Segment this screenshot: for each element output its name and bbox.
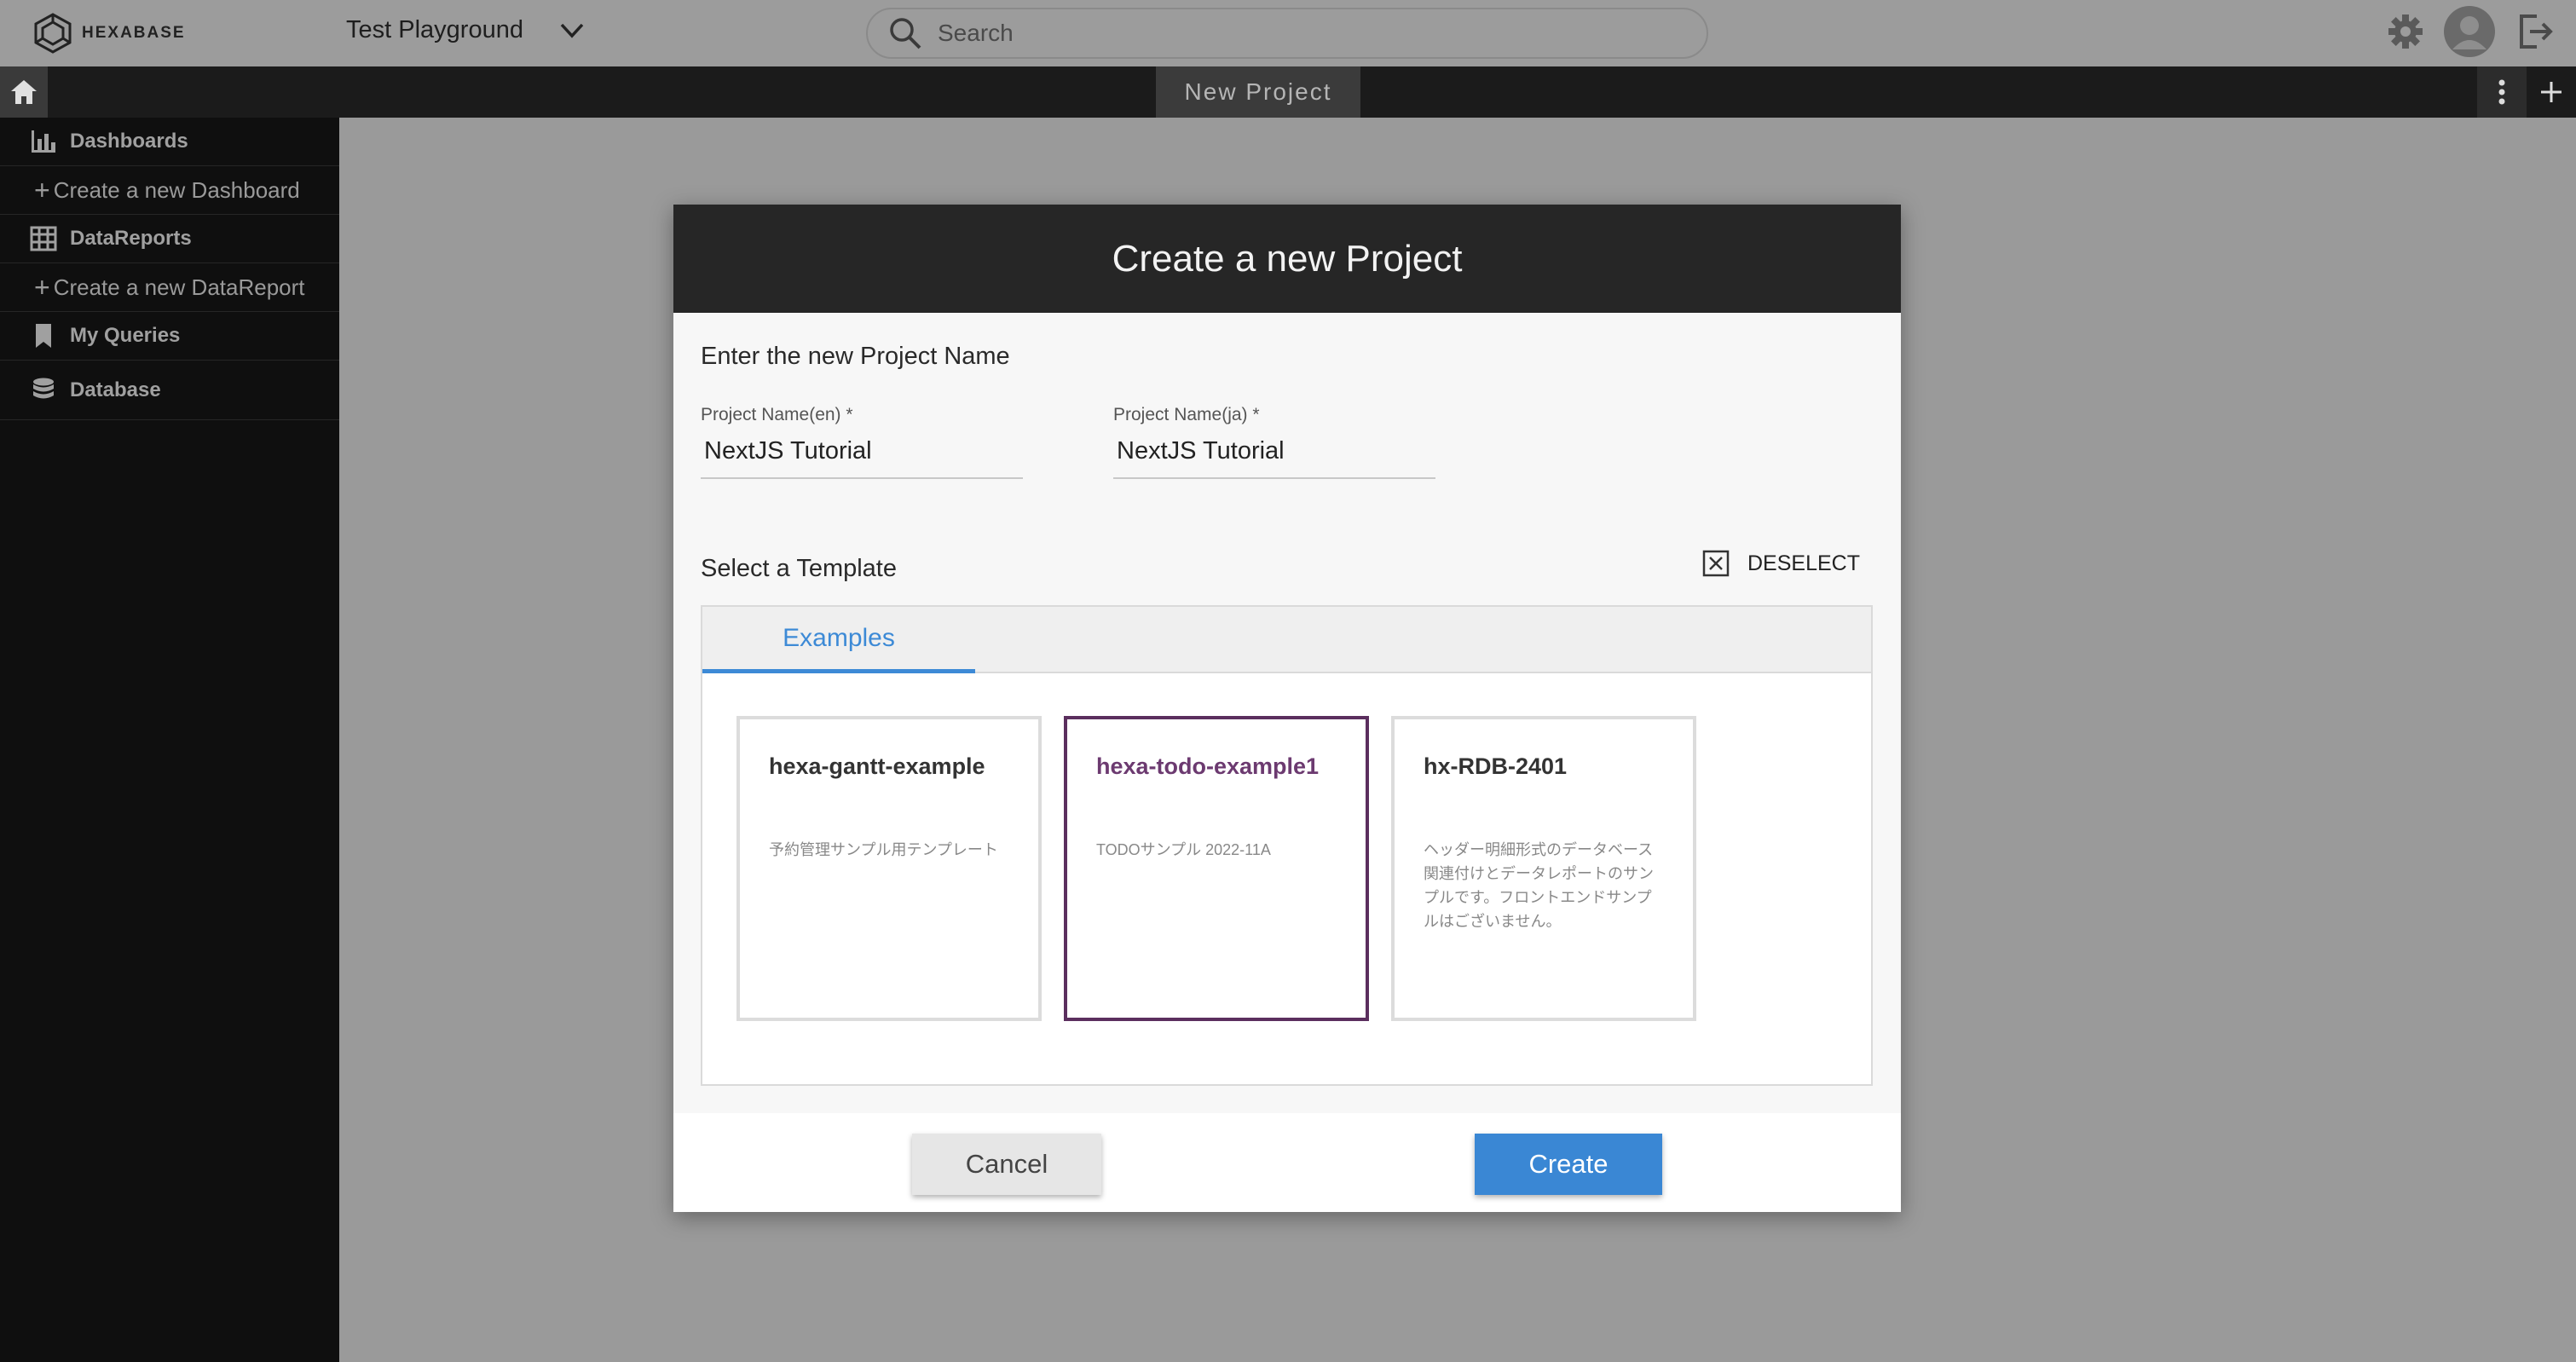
workspace-selector[interactable]: Test Playground bbox=[346, 15, 586, 44]
template-description: ヘッダー明細形式のデータベース関連付けとデータレポートのサンプルです。フロントエ… bbox=[1424, 841, 1654, 930]
workspace-name: Test Playground bbox=[346, 15, 523, 43]
tab-bar: New Project bbox=[0, 66, 2576, 118]
sidebar: Dashboards + Create a new Dashboard Data… bbox=[0, 118, 339, 1362]
top-bar: HEXABASE Test Playground bbox=[0, 0, 2576, 66]
sidebar-item-label: DataReports bbox=[70, 227, 192, 250]
cancel-button[interactable]: Cancel bbox=[912, 1134, 1101, 1195]
sidebar-item-label: Dashboards bbox=[70, 130, 188, 153]
avatar[interactable] bbox=[2443, 5, 2496, 58]
template-name: hexa-todo-example1 bbox=[1096, 753, 1320, 779]
tab-new-project[interactable]: New Project bbox=[1156, 66, 1360, 118]
table-grid-icon bbox=[30, 226, 57, 251]
hexabase-logo-icon bbox=[34, 13, 72, 54]
sidebar-item-database[interactable]: Database bbox=[0, 361, 339, 420]
plus-icon: + bbox=[34, 271, 50, 303]
search-bar[interactable] bbox=[866, 8, 1708, 59]
deselect-label: DESELECT bbox=[1747, 551, 1860, 575]
template-description: TODOサンプル 2022-11A bbox=[1096, 841, 1271, 858]
tab-actions bbox=[2477, 66, 2576, 118]
project-name-en-input[interactable] bbox=[701, 434, 1023, 479]
sidebar-item-datareports[interactable]: DataReports bbox=[0, 215, 339, 263]
template-list: hexa-gantt-example 予約管理サンプル用テンプレート hexa-… bbox=[736, 716, 1696, 1021]
sidebar-item-label: My Queries bbox=[70, 324, 181, 347]
project-name-ja-input[interactable] bbox=[1113, 434, 1435, 479]
template-tabs: Examples bbox=[702, 607, 1871, 673]
home-button[interactable] bbox=[0, 66, 48, 118]
template-description: 予約管理サンプル用テンプレート bbox=[769, 841, 998, 858]
project-name-ja-field: Project Name(ja) * bbox=[1113, 405, 1435, 479]
create-button[interactable]: Create bbox=[1475, 1134, 1662, 1195]
template-card[interactable]: hexa-gantt-example 予約管理サンプル用テンプレート bbox=[736, 716, 1042, 1021]
sidebar-item-dashboards[interactable]: Dashboards bbox=[0, 118, 339, 166]
project-name-en-field: Project Name(en) * bbox=[701, 405, 1023, 479]
top-icons bbox=[2387, 5, 2556, 58]
template-name: hx-RDB-2401 bbox=[1424, 753, 1568, 779]
create-project-dialog: Create a new Project Enter the new Proje… bbox=[673, 205, 1901, 1212]
close-box-icon bbox=[1702, 550, 1730, 577]
chevron-down-icon bbox=[560, 23, 584, 38]
logo-text: HEXABASE bbox=[82, 24, 186, 42]
field-label: Project Name(ja) * bbox=[1113, 405, 1260, 424]
dialog-header: Create a new Project bbox=[673, 205, 1901, 313]
logout-icon[interactable] bbox=[2515, 11, 2556, 52]
deselect-button[interactable]: DESELECT bbox=[1701, 549, 1860, 578]
name-section-title: Enter the new Project Name bbox=[701, 343, 1010, 370]
sidebar-item-my-queries[interactable]: My Queries bbox=[0, 312, 339, 361]
sidebar-item-label: Database bbox=[70, 378, 161, 401]
bookmark-icon bbox=[36, 324, 51, 348]
search-input[interactable] bbox=[938, 20, 1620, 47]
more-options-button[interactable] bbox=[2477, 66, 2527, 118]
template-panel: Examples hexa-gantt-example 予約管理サンプル用テンプ… bbox=[701, 605, 1873, 1086]
add-tab-button[interactable] bbox=[2527, 66, 2576, 118]
sidebar-item-create-datareport[interactable]: + Create a new DataReport bbox=[0, 263, 339, 312]
bar-chart-icon bbox=[32, 130, 55, 153]
template-card-selected[interactable]: hexa-todo-example1 TODOサンプル 2022-11A bbox=[1064, 716, 1369, 1021]
field-label: Project Name(en) * bbox=[701, 405, 853, 424]
plus-icon bbox=[2541, 82, 2562, 102]
template-card[interactable]: hx-RDB-2401 ヘッダー明細形式のデータベース関連付けとデータレポートの… bbox=[1391, 716, 1696, 1021]
gear-icon[interactable] bbox=[2387, 13, 2424, 50]
plus-icon: + bbox=[34, 174, 50, 205]
sidebar-item-label: Create a new Dashboard bbox=[53, 176, 300, 203]
sidebar-item-label: Create a new DataReport bbox=[53, 274, 305, 300]
database-icon bbox=[33, 378, 54, 398]
hexabase-logo[interactable]: HEXABASE bbox=[32, 12, 186, 55]
home-icon bbox=[11, 80, 37, 104]
sidebar-item-create-dashboard[interactable]: + Create a new Dashboard bbox=[0, 166, 339, 215]
dialog-title: Create a new Project bbox=[1112, 237, 1463, 280]
template-name: hexa-gantt-example bbox=[769, 753, 985, 779]
dialog-footer: Cancel Create bbox=[673, 1113, 1901, 1212]
tab-examples[interactable]: Examples bbox=[702, 607, 975, 673]
template-section-title: Select a Template bbox=[701, 555, 897, 582]
search-icon bbox=[890, 18, 921, 49]
more-vertical-icon bbox=[2498, 79, 2505, 105]
